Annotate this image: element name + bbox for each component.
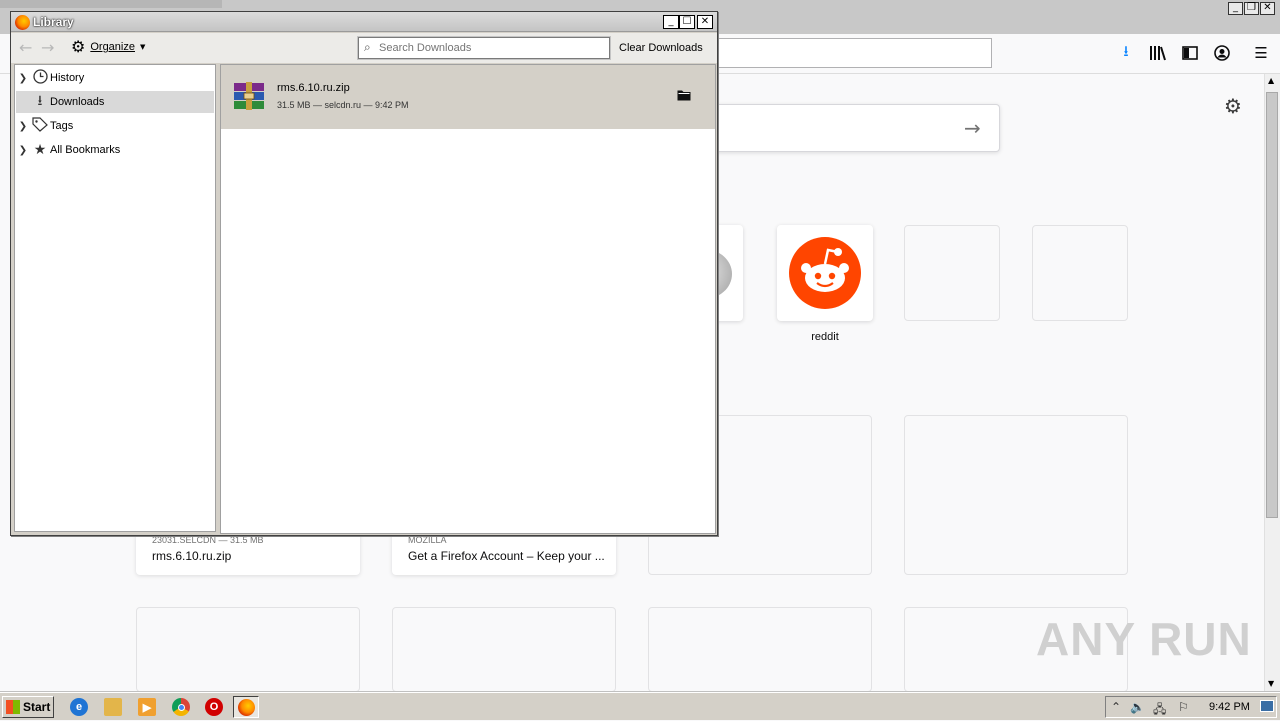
forward-arrow-icon[interactable]: → — [41, 38, 54, 57]
search-go-icon[interactable]: → — [964, 116, 981, 140]
download-filename: rms.6.10.ru.zip — [277, 82, 350, 94]
sidebar-item-downloads[interactable]: ⭳ Downloads — [16, 91, 214, 113]
sidebar-item-label: Tags — [50, 120, 74, 132]
maximize-button[interactable]: ☐ — [679, 15, 695, 29]
windows-flag-icon — [6, 700, 20, 714]
network-icon[interactable]: 🖧 — [1153, 700, 1166, 721]
clear-downloads-button[interactable]: Clear Downloads — [619, 42, 703, 54]
sidebar-item-label: History — [50, 72, 85, 84]
start-label: Start — [23, 700, 51, 714]
newtab-search-box[interactable] — [700, 104, 1000, 152]
highlight-meta: MOZILLA — [408, 535, 447, 545]
highlight-meta: 23031.SELCDN — 31.5 MB — [152, 535, 264, 545]
clock-icon — [30, 68, 50, 88]
highlight-title[interactable]: rms.6.10.ru.zip — [152, 549, 231, 563]
downloads-icon[interactable]: ⭳ — [1116, 43, 1136, 62]
expand-arrow-icon[interactable]: ❯ — [16, 73, 30, 84]
download-item[interactable]: rms.6.10.ru.zip 31.5 MB — selcdn.ru — 9:… — [221, 65, 715, 129]
close-button[interactable]: ✕ — [1260, 2, 1275, 15]
highlight-card-empty — [392, 607, 616, 692]
expand-arrow-icon[interactable]: ❯ — [16, 145, 30, 156]
sidebar-item-tags[interactable]: ❯ Tags — [16, 115, 214, 137]
settings-gear-icon[interactable]: ⚙ — [1224, 94, 1242, 118]
anyrun-watermark: ANY RUN — [1036, 613, 1252, 665]
highlight-card-empty — [904, 415, 1128, 575]
reddit-tile-label: reddit — [811, 331, 839, 343]
download-icon: ⭳ — [37, 93, 43, 109]
library-title: Library — [33, 15, 74, 29]
highlight-title[interactable]: Get a Firefox Account – Keep your ... — [408, 549, 605, 563]
dropdown-arrow-icon: ▼ — [139, 43, 146, 51]
show-hidden-icons-icon[interactable]: ⌃ — [1111, 700, 1121, 714]
sidebar-item-history[interactable]: ❯ History — [16, 67, 214, 89]
opera-icon[interactable]: O — [205, 698, 223, 716]
empty-tile — [1032, 225, 1128, 321]
back-arrow-icon[interactable]: ← — [19, 38, 32, 57]
firefox-icon — [238, 699, 255, 716]
volume-icon[interactable]: 🔈 — [1130, 700, 1145, 714]
tag-icon — [30, 116, 50, 136]
download-meta: 31.5 MB — selcdn.ru — 9:42 PM — [277, 100, 409, 110]
search-downloads-field[interactable]: ⌕ — [358, 37, 610, 59]
minimize-button[interactable]: _ — [663, 15, 679, 29]
highlight-card-empty — [136, 607, 360, 692]
menu-icon[interactable]: ☰ — [1251, 44, 1271, 62]
sidebar-item-all-bookmarks[interactable]: ❯ ★ All Bookmarks — [16, 139, 214, 161]
highlight-card-empty — [648, 607, 872, 692]
reddit-tile[interactable] — [777, 225, 873, 321]
open-folder-icon[interactable] — [677, 89, 691, 105]
sidebar-icon[interactable] — [1180, 44, 1200, 62]
sidebar-item-label: Downloads — [50, 96, 105, 108]
internet-explorer-icon[interactable]: e — [70, 698, 88, 716]
scroll-down-icon[interactable]: ▼ — [1268, 679, 1274, 688]
search-downloads-input[interactable] — [379, 40, 607, 56]
downloads-list: rms.6.10.ru.zip 31.5 MB — selcdn.ru — 9:… — [220, 64, 716, 534]
url-bar[interactable] — [700, 38, 992, 68]
sidebar-item-label: All Bookmarks — [50, 144, 121, 156]
reddit-icon — [789, 237, 861, 309]
star-icon: ★ — [33, 142, 47, 158]
library-sidebar: ❯ History ⭳ Downloads ❯ Tags ❯ ★ All Boo… — [14, 64, 216, 532]
close-button[interactable]: ✕ — [697, 15, 713, 29]
file-explorer-icon[interactable] — [104, 698, 122, 716]
gear-icon: ⚙ — [71, 37, 86, 56]
restore-button[interactable]: ❐ — [1244, 2, 1259, 15]
scroll-up-icon[interactable]: ▲ — [1268, 76, 1274, 85]
taskbar-firefox-button[interactable] — [233, 696, 259, 718]
start-button[interactable]: Start — [2, 696, 54, 718]
media-player-icon[interactable]: ▶ — [138, 698, 156, 716]
organize-label: Organize — [90, 41, 135, 53]
minimize-button[interactable]: _ — [1228, 2, 1243, 15]
scrollbar-thumb[interactable] — [1266, 92, 1278, 518]
search-icon: ⌕ — [364, 40, 371, 54]
account-icon[interactable] — [1212, 44, 1232, 62]
chrome-icon[interactable] — [172, 698, 190, 716]
expand-arrow-icon[interactable]: ❯ — [16, 121, 30, 132]
taskbar-clock[interactable]: 9:42 PM — [1209, 701, 1250, 713]
library-titlebar[interactable]: Library _ ☐ ✕ — [11, 12, 717, 32]
show-desktop-icon[interactable] — [1260, 700, 1274, 712]
action-center-flag-icon[interactable]: ⚐ — [1178, 700, 1189, 714]
firefox-logo-icon — [15, 15, 30, 30]
library-icon[interactable] — [1148, 44, 1168, 62]
winrar-archive-icon — [234, 82, 264, 110]
library-window: Library _ ☐ ✕ ← → ⚙ Organize ▼ ⌕ Clear D… — [10, 11, 718, 536]
empty-tile — [904, 225, 1000, 321]
organize-button[interactable]: ⚙ Organize ▼ — [71, 39, 145, 55]
taskbar: Start e ▶ O ⌃ 🔈 🖧 ⚐ 9:42 PM — [0, 692, 1280, 720]
